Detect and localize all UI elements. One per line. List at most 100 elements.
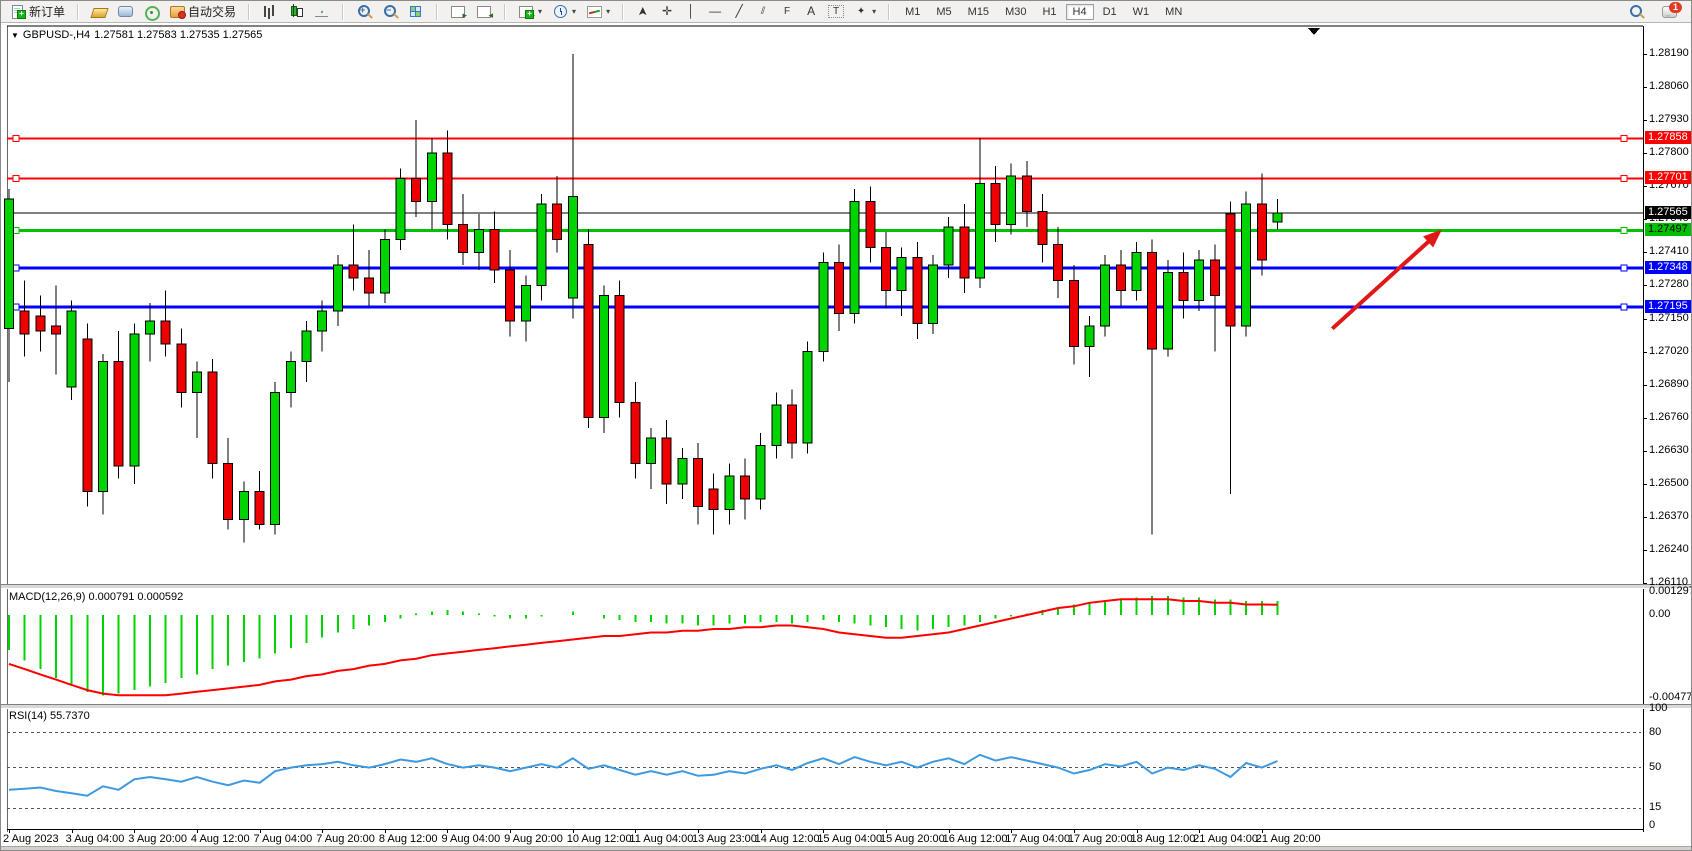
candle-body-bull[interactable] bbox=[239, 491, 248, 519]
trendline-tool-button[interactable]: ╱ bbox=[727, 2, 751, 21]
market-watch-button[interactable] bbox=[86, 2, 112, 21]
candle-body-bear[interactable] bbox=[506, 270, 515, 321]
candle-body-bear[interactable] bbox=[208, 372, 217, 464]
candle-body-bear[interactable] bbox=[1069, 280, 1078, 346]
candle-body-bear[interactable] bbox=[224, 463, 233, 519]
data-window-button[interactable] bbox=[112, 2, 138, 21]
level-handle[interactable] bbox=[1621, 265, 1627, 271]
candle-body-bull[interactable] bbox=[302, 331, 311, 362]
candle-body-bull[interactable] bbox=[67, 311, 76, 387]
candle-body-bull[interactable] bbox=[725, 476, 734, 509]
candle-body-bear[interactable] bbox=[255, 491, 264, 524]
tile-windows-button[interactable] bbox=[403, 2, 429, 21]
candle-body-bull[interactable] bbox=[568, 196, 577, 298]
candle-body-bear[interactable] bbox=[741, 476, 750, 499]
label-tool-button[interactable]: T bbox=[823, 3, 849, 20]
candle-body-bear[interactable] bbox=[1148, 252, 1157, 349]
timeframe-m30[interactable]: M30 bbox=[998, 4, 1033, 20]
candle-body-bear[interactable] bbox=[1179, 273, 1188, 301]
candle-body-bear[interactable] bbox=[161, 321, 170, 344]
candle-body-bear[interactable] bbox=[349, 265, 358, 278]
candle-body-bear[interactable] bbox=[20, 311, 29, 334]
new-chart-button[interactable]: +▾ bbox=[513, 2, 547, 21]
candle-body-bull[interactable] bbox=[1007, 176, 1016, 224]
line-chart-button[interactable] bbox=[309, 2, 335, 21]
timeframe-d1[interactable]: D1 bbox=[1096, 4, 1124, 20]
candle-body-bull[interactable] bbox=[1101, 265, 1110, 326]
candle-body-bear[interactable] bbox=[1210, 260, 1219, 296]
candle-body-bear[interactable] bbox=[1226, 214, 1235, 326]
candle-body-bull[interactable] bbox=[396, 179, 405, 240]
candle-body-bear[interactable] bbox=[443, 153, 452, 224]
candle-body-bear[interactable] bbox=[51, 326, 60, 334]
candle-body-bull[interactable] bbox=[474, 229, 483, 252]
price-chart-canvas[interactable] bbox=[1, 23, 1692, 585]
candle-body-bear[interactable] bbox=[834, 263, 843, 314]
candle-body-bear[interactable] bbox=[584, 245, 593, 418]
candle-body-bear[interactable] bbox=[631, 402, 640, 463]
candle-body-bear[interactable] bbox=[1038, 212, 1047, 245]
candle-body-bear[interactable] bbox=[709, 489, 718, 509]
level-handle[interactable] bbox=[13, 175, 19, 181]
candle-body-bull[interactable] bbox=[850, 202, 859, 314]
candle-body-bull[interactable] bbox=[975, 184, 984, 278]
candle-body-bull[interactable] bbox=[271, 392, 280, 524]
shapes-tool-button[interactable]: ✦▾ bbox=[849, 2, 881, 21]
macd-panel-canvas[interactable] bbox=[1, 587, 1692, 705]
chart-shift-marker[interactable] bbox=[1308, 28, 1320, 35]
candle-body-bear[interactable] bbox=[615, 296, 624, 403]
signals-button[interactable] bbox=[138, 2, 164, 21]
timeframe-w1[interactable]: W1 bbox=[1126, 4, 1157, 20]
title-dropdown-icon[interactable]: ▼ bbox=[11, 31, 19, 40]
search-button[interactable] bbox=[1623, 2, 1649, 21]
candle-body-bull[interactable] bbox=[1242, 204, 1251, 326]
candle-body-bear[interactable] bbox=[881, 247, 890, 290]
new-order-button[interactable]: + 新订单 bbox=[5, 1, 70, 22]
level-handle[interactable] bbox=[13, 135, 19, 141]
candle-body-bull[interactable] bbox=[1273, 213, 1282, 222]
candle-body-bear[interactable] bbox=[490, 229, 499, 270]
candle-body-bull[interactable] bbox=[98, 362, 107, 492]
candle-body-bear[interactable] bbox=[114, 362, 123, 466]
candle-body-bear[interactable] bbox=[36, 316, 45, 331]
candle-body-bear[interactable] bbox=[459, 224, 468, 252]
candle-body-bear[interactable] bbox=[553, 204, 562, 240]
candle-body-bull[interactable] bbox=[427, 153, 436, 201]
zoom-in-button[interactable]: + bbox=[351, 2, 377, 21]
timeframe-m1[interactable]: M1 bbox=[898, 4, 927, 20]
candle-body-bull[interactable] bbox=[803, 352, 812, 444]
trend-arrow-shaft[interactable] bbox=[1332, 240, 1430, 328]
text-tool-button[interactable]: A bbox=[799, 2, 823, 21]
candle-body-bear[interactable] bbox=[991, 184, 1000, 225]
candle-body-bull[interactable] bbox=[1195, 260, 1204, 301]
candle-body-bull[interactable] bbox=[772, 405, 781, 446]
candlestick-chart-button[interactable] bbox=[283, 2, 309, 21]
chart-title[interactable]: ▼ GBPUSD-,H4 1.27581 1.27583 1.27535 1.2… bbox=[11, 29, 262, 41]
timeframe-h4[interactable]: H4 bbox=[1066, 4, 1094, 20]
candle-body-bull[interactable] bbox=[1132, 252, 1141, 290]
candle-body-bull[interactable] bbox=[1085, 326, 1094, 346]
timeframe-m15[interactable]: M15 bbox=[961, 4, 996, 20]
candle-body-bear[interactable] bbox=[412, 179, 421, 202]
autotrade-button[interactable]: 自动交易 bbox=[164, 1, 241, 22]
candle-body-bear[interactable] bbox=[788, 405, 797, 443]
candle-body-bull[interactable] bbox=[1163, 273, 1172, 349]
candle-body-bull[interactable] bbox=[521, 285, 530, 321]
candle-body-bear[interactable] bbox=[1116, 265, 1125, 290]
hline-tool-button[interactable]: — bbox=[703, 2, 727, 21]
candle-body-bull[interactable] bbox=[819, 263, 828, 352]
candle-body-bull[interactable] bbox=[130, 334, 139, 466]
candle-body-bear[interactable] bbox=[694, 458, 703, 506]
vline-tool-button[interactable]: │ bbox=[679, 2, 703, 21]
candle-body-bull[interactable] bbox=[756, 446, 765, 499]
candle-body-bull[interactable] bbox=[928, 265, 937, 323]
candle-body-bear[interactable] bbox=[1054, 245, 1063, 281]
candle-body-bear[interactable] bbox=[1257, 204, 1266, 260]
channel-tool-button[interactable]: ⫽ bbox=[751, 2, 775, 21]
indicators-button[interactable]: ▾ bbox=[581, 2, 615, 21]
candle-body-bull[interactable] bbox=[380, 240, 389, 293]
cursor-tool-button[interactable]: ➤ bbox=[631, 2, 655, 21]
candle-body-bull[interactable] bbox=[897, 257, 906, 290]
candle-body-bull[interactable] bbox=[647, 438, 656, 463]
candle-body-bull[interactable] bbox=[333, 265, 342, 311]
